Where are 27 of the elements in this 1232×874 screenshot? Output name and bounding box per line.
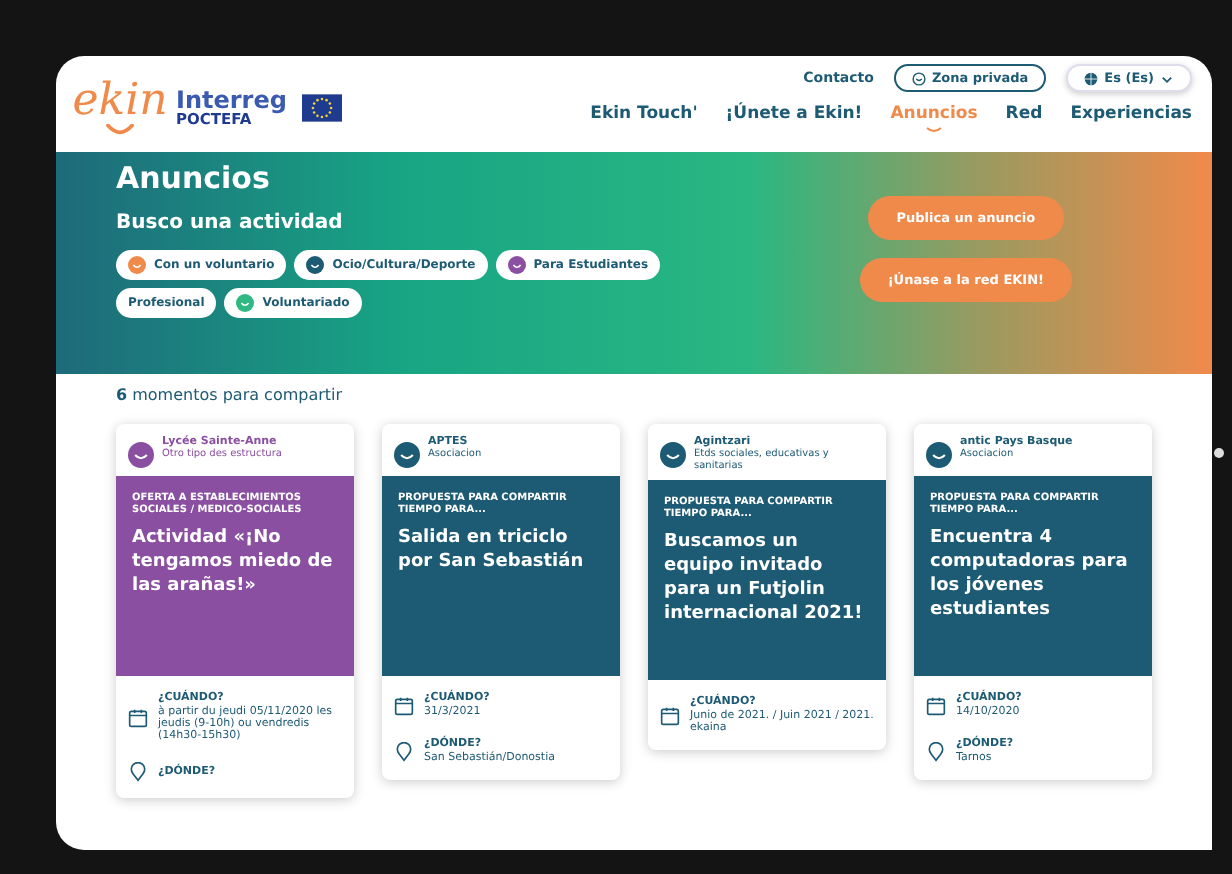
calendar-icon [660, 705, 680, 725]
smile-underline-icon [923, 126, 944, 134]
nav-link[interactable]: Ekin Touch' [590, 104, 698, 124]
location-pin-icon [394, 741, 414, 761]
card-title: Buscamos un equipo invitado para un Futjolin internacional 2021! [664, 530, 865, 628]
announcement-card[interactable] [648, 424, 886, 750]
location-pin-icon [926, 741, 946, 761]
nav-link[interactable]: Experiencias [1070, 104, 1192, 124]
location-pin-icon [128, 762, 148, 782]
announcement-card[interactable] [116, 424, 354, 798]
section-subtitle: Busco una actividad [116, 212, 345, 234]
globe-icon [1084, 71, 1099, 85]
partner-name: Interreg [176, 88, 287, 113]
page-title: Anuncios [116, 160, 272, 196]
calendar-icon [394, 695, 414, 715]
card-title: Salida en triciclo por San Sebastián [398, 526, 586, 575]
calendar-icon [926, 695, 946, 715]
results-count: 6 momentos para compartir [116, 386, 345, 404]
card-title: Encuentra 4 computadoras para los jóvenes estudiantes [930, 526, 1130, 624]
caret-icon [1160, 71, 1174, 85]
eu-flag-icon [302, 94, 343, 122]
smiley-icon [911, 71, 926, 85]
nav-link[interactable]: ¡Únete a Ekin! [725, 104, 863, 124]
tablet-camera [1214, 448, 1224, 458]
calendar-icon [128, 707, 148, 727]
card-title: Actividad «¡No tengamos miedo de las arañas!» [132, 526, 335, 599]
nav-link[interactable]: Red [1005, 104, 1043, 124]
